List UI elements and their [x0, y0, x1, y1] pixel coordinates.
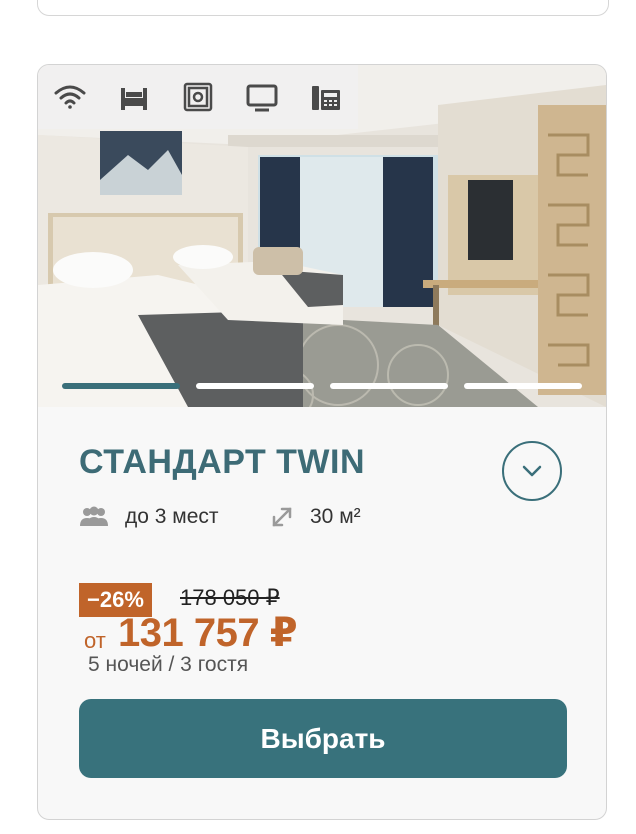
room-card: СТАНДАРТ TWIN до 3 мест 30 м² −26% 178 0… — [37, 64, 607, 820]
area-info: 30 м² — [270, 505, 361, 529]
chevron-down-icon — [522, 465, 542, 477]
phone-icon[interactable] — [294, 65, 358, 129]
gallery-dot-4[interactable] — [464, 383, 582, 389]
select-button[interactable]: Выбрать — [79, 699, 567, 778]
price-prefix: от — [84, 628, 106, 653]
old-price: 178 050 ₽ — [180, 585, 280, 610]
area-text: 30 м² — [310, 505, 361, 528]
gallery-dot-3[interactable] — [330, 383, 448, 389]
gallery-pagination — [62, 383, 582, 389]
expand-button[interactable] — [502, 441, 562, 501]
previous-card — [37, 0, 609, 16]
safe-icon[interactable] — [166, 65, 230, 129]
wifi-icon[interactable] — [38, 65, 102, 129]
room-title: СТАНДАРТ TWIN — [79, 443, 366, 481]
guests-icon — [80, 506, 108, 526]
bed-icon[interactable] — [102, 65, 166, 129]
gallery-dot-2[interactable] — [196, 383, 314, 389]
gallery-dot-1[interactable] — [62, 383, 180, 389]
amenities-bar — [38, 65, 358, 129]
area-expand-icon — [272, 507, 292, 527]
tv-icon[interactable] — [230, 65, 294, 129]
capacity-info: до 3 мест — [79, 505, 219, 529]
stay-info: 5 ночей / 3 гостя — [88, 653, 249, 676]
capacity-text: до 3 мест — [125, 505, 219, 528]
room-photo[interactable] — [38, 65, 606, 407]
current-price: 131 757 ₽ — [118, 611, 298, 655]
